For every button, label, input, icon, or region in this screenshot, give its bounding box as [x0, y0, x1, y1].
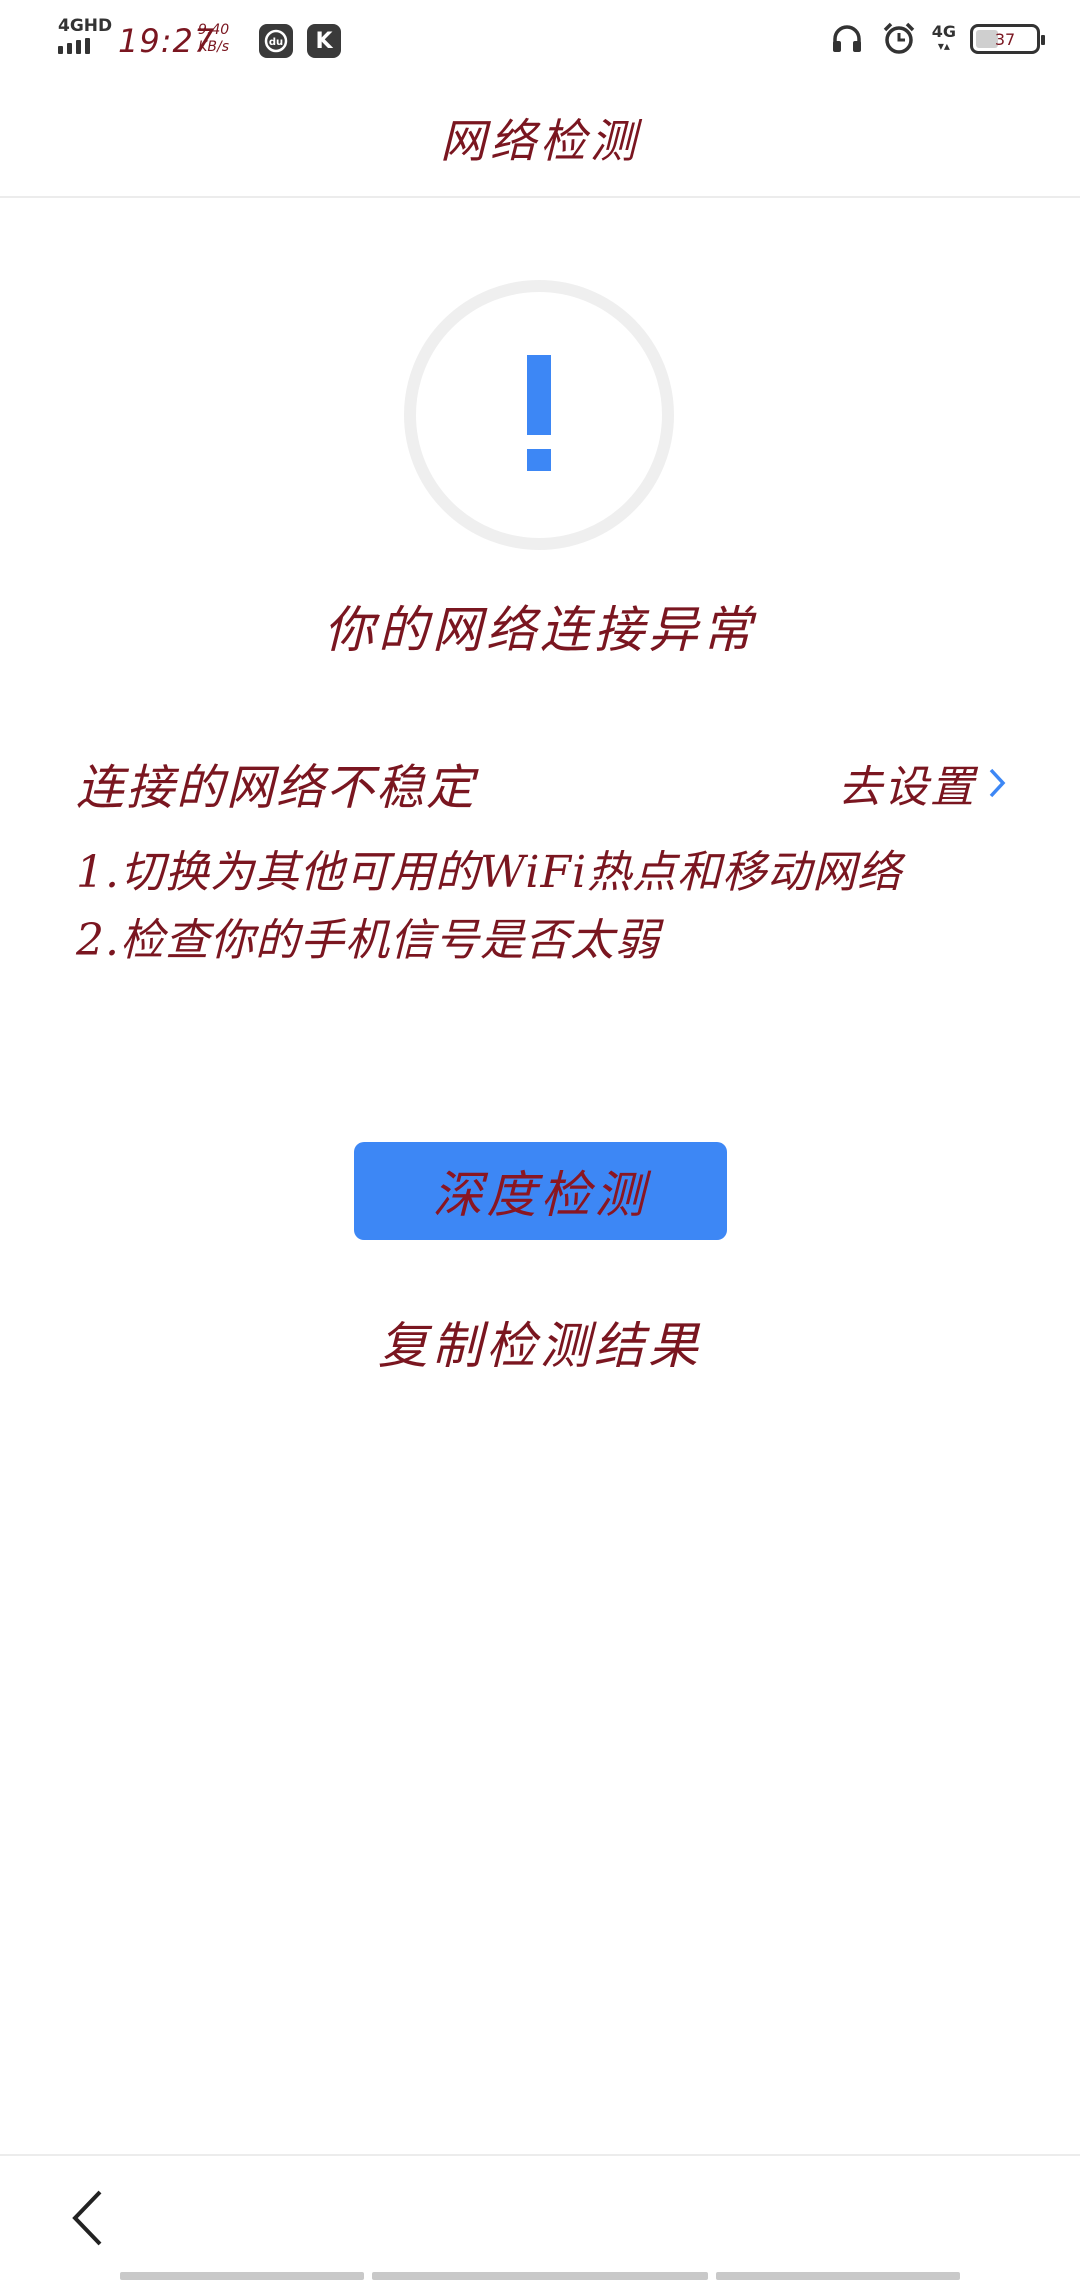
gesture-bar-center[interactable]	[372, 2272, 708, 2280]
du-app-icon: du	[259, 24, 293, 58]
back-button[interactable]	[62, 2186, 112, 2250]
gesture-bar-right[interactable]	[716, 2272, 960, 2280]
network-speed: 9.40 KB/s	[198, 22, 229, 56]
deep-check-button[interactable]: 深度检测	[354, 1142, 727, 1240]
issue-row: 连接的网络不稳定 去设置	[76, 748, 1006, 818]
battery-level: 37	[994, 29, 1016, 49]
mobile-data-indicator: 4G ▾▴	[931, 22, 956, 54]
network-speed-unit: KB/s	[198, 39, 229, 55]
title-bar: 网络检测	[0, 80, 1080, 198]
status-headline: 你的网络连接异常	[324, 601, 756, 659]
network-type: 4GHD	[58, 16, 113, 36]
network-speed-value: 9.40	[198, 22, 230, 38]
bottom-nav-bar	[0, 2154, 1080, 2280]
signal-indicator: 4GHD	[58, 18, 112, 54]
exclamation-icon	[527, 355, 551, 471]
page-title: 网络检测	[440, 114, 640, 168]
signal-bars-icon	[58, 38, 112, 54]
alarm-clock-icon	[880, 20, 918, 58]
go-settings-link[interactable]: 去设置	[838, 751, 1006, 815]
svg-text:du: du	[269, 37, 283, 48]
issue-title: 连接的网络不稳定	[76, 760, 477, 816]
mobile-data-type: 4G	[931, 22, 956, 41]
status-bar: 4GHD 19:27 9.40 KB/s du K 4G ▾▴ 37	[0, 0, 1080, 80]
k-app-icon: K	[307, 24, 341, 58]
copy-result-link[interactable]: 复制检测结果	[0, 1306, 1080, 1378]
tip-item: 1.切换为其他可用的WiFi热点和移动网络	[76, 847, 903, 898]
gesture-bar-left[interactable]	[120, 2272, 364, 2280]
data-arrows-icon: ▾▴	[937, 39, 950, 53]
deep-check-label: 深度检测	[432, 1166, 649, 1224]
chevron-left-icon	[72, 2190, 102, 2246]
alert-ring	[404, 280, 674, 550]
go-settings-label: 去设置	[838, 762, 976, 813]
copy-result-label: 复制检测结果	[378, 1317, 702, 1375]
headphones-icon	[828, 20, 866, 58]
tip-item: 2.检查你的手机信号是否太弱	[76, 915, 660, 966]
chevron-right-icon	[989, 768, 1006, 798]
battery-icon: 37	[970, 24, 1045, 54]
